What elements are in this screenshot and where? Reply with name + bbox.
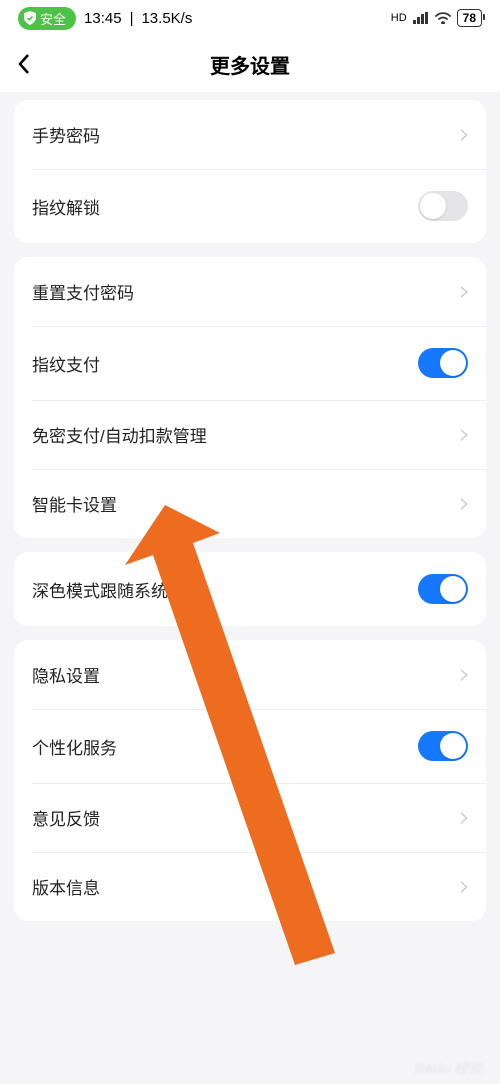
chevron-right-icon [461,429,468,441]
row-label: 智能卡设置 [32,491,117,516]
group-security: 手势密码 指纹解锁 [14,100,486,243]
chevron-right-icon [461,669,468,681]
group-darkmode: 深色模式跟随系统设置 [14,552,486,626]
chevron-right-icon [461,286,468,298]
personalization-toggle[interactable] [418,731,468,761]
row-feedback[interactable]: 意见反馈 [14,783,486,852]
chevron-right-icon [461,129,468,141]
signal-icon [413,12,429,24]
chevron-right-icon [461,881,468,893]
row-fingerprint-unlock[interactable]: 指纹解锁 [14,169,486,243]
row-gesture-password[interactable]: 手势密码 [14,100,486,169]
row-version[interactable]: 版本信息 [14,852,486,921]
row-label: 免密支付/自动扣款管理 [32,422,207,447]
row-darkmode-follow[interactable]: 深色模式跟随系统设置 [14,552,486,626]
row-label: 意见反馈 [32,805,100,830]
row-label: 指纹支付 [32,351,100,376]
page-title: 更多设置 [0,50,500,79]
chevron-left-icon [17,53,31,75]
watermark: Baidu 经验 [414,1058,482,1078]
status-divider: | [130,10,134,27]
battery-indicator: 78 [457,9,482,27]
group-misc: 隐私设置 个性化服务 意见反馈 版本信息 [14,640,486,921]
header: 更多设置 [0,36,500,92]
row-label: 个性化服务 [32,734,117,759]
row-smartcard[interactable]: 智能卡设置 [14,469,486,538]
chevron-right-icon [461,498,468,510]
shield-icon [24,11,36,25]
status-speed: 13.5K/s [141,10,192,27]
safe-label: 安全 [40,9,66,28]
row-label: 隐私设置 [32,662,100,687]
safe-pill: 安全 [18,7,76,30]
row-fingerprint-pay[interactable]: 指纹支付 [14,326,486,400]
fingerprint-pay-toggle[interactable] [418,348,468,378]
status-time: 13:45 [84,10,122,27]
back-button[interactable] [0,36,48,92]
fingerprint-unlock-toggle[interactable] [418,191,468,221]
row-label: 深色模式跟随系统设置 [32,577,202,602]
row-privacy[interactable]: 隐私设置 [14,640,486,709]
row-passwordless-autodebit[interactable]: 免密支付/自动扣款管理 [14,400,486,469]
row-label: 指纹解锁 [32,194,100,219]
group-payment: 重置支付密码 指纹支付 免密支付/自动扣款管理 智能卡设置 [14,257,486,538]
row-personalization[interactable]: 个性化服务 [14,709,486,783]
row-label: 手势密码 [32,122,100,147]
row-reset-pay-password[interactable]: 重置支付密码 [14,257,486,326]
chevron-right-icon [461,812,468,824]
wifi-icon [435,12,451,24]
darkmode-toggle[interactable] [418,574,468,604]
settings-content: 手势密码 指纹解锁 重置支付密码 指纹支付 免密支付/自动扣款管理 智能卡设置 … [0,92,500,921]
row-label: 版本信息 [32,874,100,899]
status-bar: 安全 13:45 | 13.5K/s HD 78 [0,0,500,36]
row-label: 重置支付密码 [32,279,134,304]
hd-indicator: HD [391,12,407,24]
